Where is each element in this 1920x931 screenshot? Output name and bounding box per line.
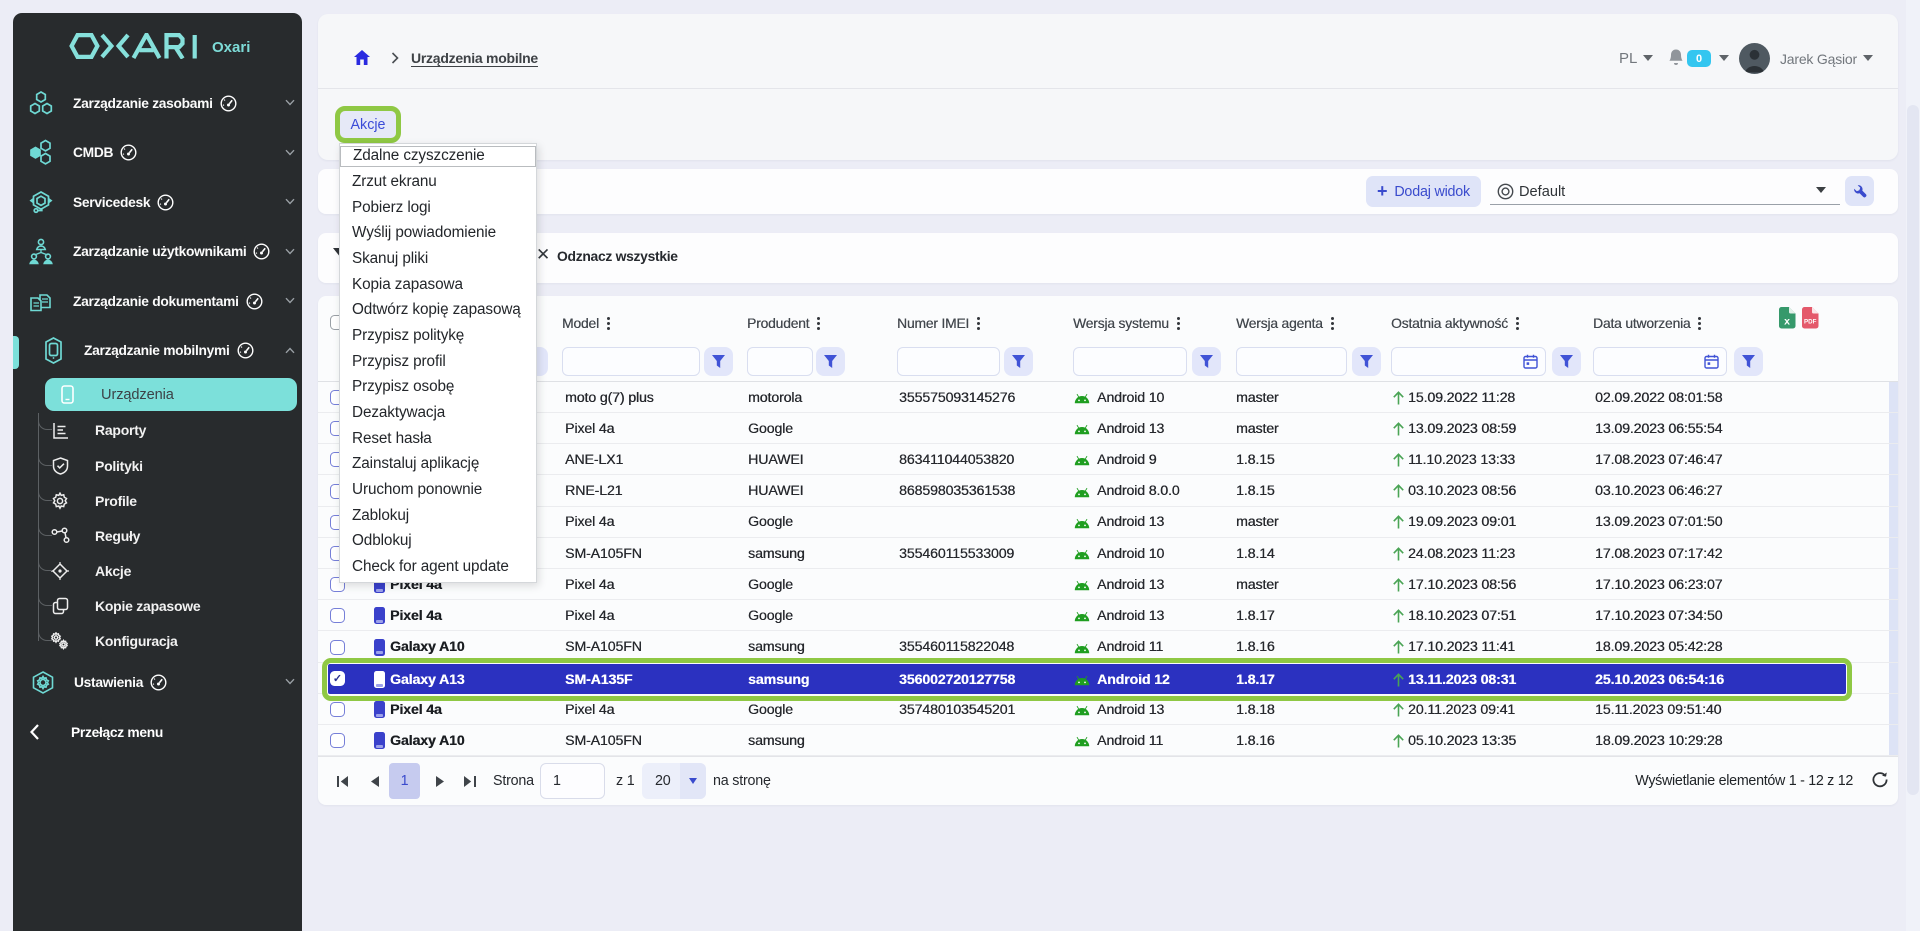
svg-text:PDF: PDF	[1804, 319, 1817, 326]
svg-text:x: x	[1784, 316, 1790, 328]
